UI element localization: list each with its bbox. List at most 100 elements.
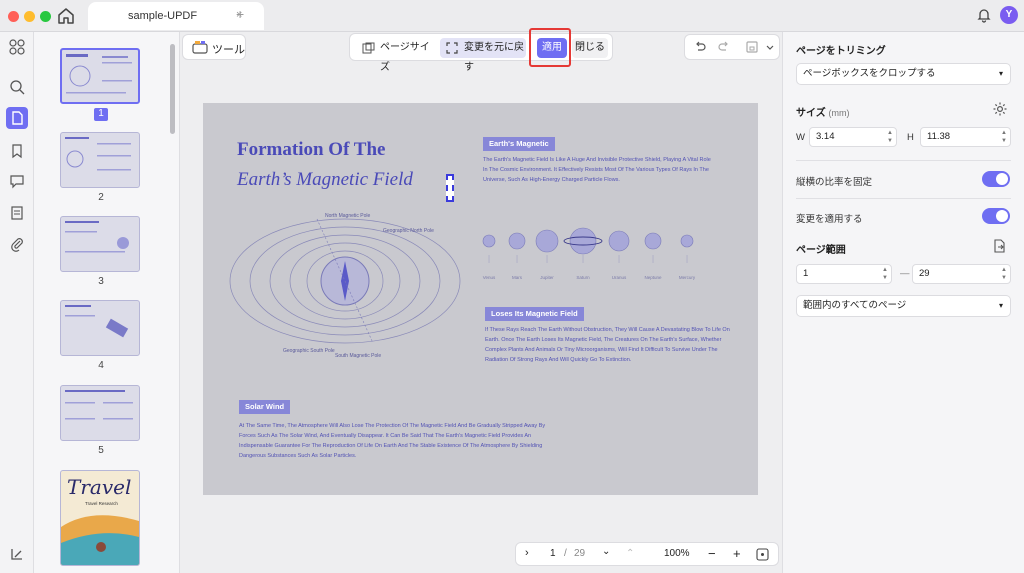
page-title-line2: Earth’s Magnetic Field: [237, 169, 413, 190]
chevron-down-icon[interactable]: [765, 40, 775, 54]
range-to-input[interactable]: 29 ▲ ▼: [912, 264, 1011, 284]
planet-label: Venus: [482, 275, 496, 280]
home-icon[interactable]: [56, 6, 76, 26]
zoom-level[interactable]: 100%: [664, 548, 690, 559]
section-text-magnetic: The Earth's Magnetic Field Is Like A Hug…: [483, 157, 711, 183]
crop-mode-select[interactable]: ページボックスをクロップする ▾: [796, 63, 1011, 85]
revert-changes-button[interactable]: 変更を元に戻す: [440, 38, 526, 73]
range-mode-select[interactable]: 範囲内のすべてのページ ▾: [796, 295, 1011, 317]
page-size-label: ページサイズ: [380, 42, 430, 73]
zoom-in-icon[interactable]: +: [733, 546, 741, 561]
planet-label: Neptune: [644, 275, 662, 280]
page-range-label: ページ範囲: [796, 245, 846, 256]
document-page[interactable]: Formation Of The Earth’s Magnetic Field …: [203, 103, 758, 495]
form-icon[interactable]: [8, 204, 26, 222]
tab-title: sample-UPDF: [128, 10, 198, 22]
height-stepper-icon[interactable]: ▲ ▼: [1001, 129, 1007, 145]
section-chip-magnetic: Earth's Magnetic: [483, 137, 555, 151]
close-crop-button[interactable]: 閉じる: [572, 38, 608, 58]
travel-subtitle: Travel Research: [85, 501, 118, 506]
tools-button[interactable]: ツール: [182, 34, 246, 60]
next-page-icon[interactable]: ⌄: [602, 546, 610, 557]
thumbnail-page-6[interactable]: Travel Travel Research: [60, 470, 140, 566]
planet-label: Mercury: [678, 275, 696, 280]
thumbnail-page-5[interactable]: [60, 385, 140, 441]
thumbnail-scrollbar[interactable]: [170, 44, 175, 134]
height-value: 11.38: [927, 131, 951, 142]
divider: [796, 198, 1011, 199]
new-tab-icon[interactable]: +: [236, 6, 244, 22]
page-separator: /: [564, 548, 567, 559]
page-navigation-bar: › 1 / 29 ⌄ ⌃ 100% − +: [515, 542, 779, 566]
thumbnail-number: 5: [98, 445, 104, 456]
planet-label: Saturn: [576, 275, 590, 280]
page-range-icon[interactable]: [992, 238, 1008, 254]
page-title-line1: Formation Of The: [237, 139, 386, 160]
bell-icon[interactable]: [976, 7, 992, 23]
undo-icon[interactable]: [693, 40, 707, 54]
attachment-icon[interactable]: [8, 235, 26, 253]
section-text-solar-wind: At The Same Time, The Atmosphere Will Al…: [239, 423, 546, 459]
layers-icon[interactable]: [8, 545, 26, 563]
page-icon[interactable]: [6, 107, 28, 129]
north-mag-label: North Magnetic Pole: [325, 213, 371, 219]
thumbnail-page-3[interactable]: [60, 216, 140, 272]
planet-label: Uranus: [611, 275, 627, 280]
search-icon[interactable]: [8, 78, 26, 96]
lock-aspect-label: 縦横の比率を固定: [796, 177, 873, 188]
redo-icon[interactable]: [717, 40, 731, 54]
thumbnail-number: 1: [94, 108, 108, 121]
thumbnail-page-1[interactable]: [60, 48, 140, 104]
crop-panel-heading: ページをトリミング: [796, 46, 886, 57]
crop-selection-handle[interactable]: [446, 174, 454, 202]
thumbnail-page-2[interactable]: [60, 132, 140, 188]
total-pages: 29: [574, 548, 586, 559]
range-dash: —: [900, 268, 910, 279]
left-rail: [0, 32, 34, 573]
apply-changes-toggle[interactable]: [982, 208, 1010, 224]
previous-page-icon[interactable]: ⌃: [626, 548, 634, 559]
avatar[interactable]: Y: [1000, 6, 1018, 24]
range-mode-value: 範囲内のすべてのページ: [803, 300, 907, 311]
chevron-down-icon: ▾: [998, 69, 1003, 78]
save-icon[interactable]: [745, 40, 759, 54]
gear-icon[interactable]: [992, 101, 1008, 117]
current-page-input[interactable]: 1: [550, 548, 556, 559]
magnetic-field-diagram: North Magnetic Pole Geographic North Pol…: [229, 213, 461, 359]
history-toolbar: [684, 34, 780, 60]
range-from-value: 1: [803, 268, 809, 279]
close-window-button[interactable]: [8, 11, 19, 22]
expand-icon: [446, 42, 458, 54]
planet-label: Jupiter: [540, 275, 554, 280]
divider: [796, 160, 1011, 161]
planets-row: [482, 227, 694, 263]
range-from-stepper-icon[interactable]: ▲ ▼: [882, 266, 888, 282]
section-chip-loses-field: Loses Its Magnetic Field: [485, 307, 584, 321]
width-stepper-icon[interactable]: ▲ ▼: [887, 129, 893, 145]
chevron-right-icon[interactable]: ›: [525, 547, 529, 559]
zoom-window-button[interactable]: [40, 11, 51, 22]
planet-label: Mars: [512, 275, 522, 280]
zoom-out-icon[interactable]: −: [708, 546, 716, 561]
thumbnail-page-4[interactable]: [60, 300, 140, 356]
crop-mode-value: ページボックスをクロップする: [803, 68, 936, 79]
minimize-window-button[interactable]: [24, 11, 35, 22]
toolbox-icon: [192, 41, 208, 54]
grid-icon[interactable]: [8, 38, 26, 56]
page-size-button[interactable]: ページサイズ: [356, 38, 438, 73]
height-input[interactable]: 11.38 ▲ ▼: [920, 127, 1011, 147]
width-input[interactable]: 3.14 ▲ ▼: [809, 127, 897, 147]
width-value: 3.14: [816, 131, 835, 142]
north-geo-label: Geographic North Pole: [383, 228, 434, 234]
comment-icon[interactable]: [8, 172, 26, 190]
range-from-input[interactable]: 1 ▲ ▼: [796, 264, 892, 284]
size-label: サイズ: [796, 108, 826, 119]
bookmark-icon[interactable]: [8, 142, 26, 160]
size-unit: (mm): [828, 108, 850, 118]
south-geo-label: Geographic South Pole: [283, 348, 335, 354]
lock-aspect-toggle[interactable]: [982, 171, 1010, 187]
chevron-down-icon: ▾: [998, 301, 1003, 310]
crop-settings-panel: ページをトリミング ページボックスをクロップする ▾ サイズ (mm) W 3.…: [782, 32, 1024, 573]
fit-page-icon[interactable]: [756, 548, 769, 561]
range-to-stepper-icon[interactable]: ▲ ▼: [1001, 266, 1007, 282]
